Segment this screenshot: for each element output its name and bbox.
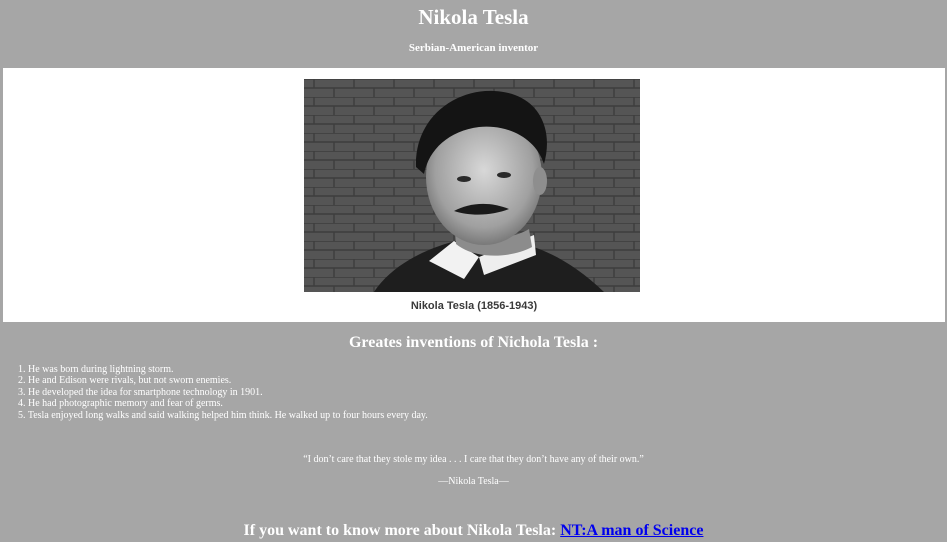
page-subtitle: Serbian-American inventor bbox=[408, 42, 539, 54]
list-item: 5. Tesla enjoyed long walks and said wal… bbox=[18, 409, 428, 421]
list-item: 4. He had photographic memory and fear o… bbox=[18, 398, 223, 410]
more-info-link[interactable]: NT:A man of Science bbox=[560, 522, 703, 539]
more-info-line: If you want to know more about Nikola Te… bbox=[0, 520, 947, 542]
list-item: 3. He developed the idea for smartphone … bbox=[18, 386, 263, 398]
list-item: 2. He and Edison were rivals, but not sw… bbox=[18, 375, 232, 387]
quote-text: “I don’t care that they stole my idea . … bbox=[303, 454, 644, 465]
quote-author: —Nikola Tesla— bbox=[438, 476, 509, 487]
figure-panel: Nikola Tesla (1856-1943) bbox=[3, 68, 945, 322]
inventions-heading: Greates inventions of Nichola Tesla : bbox=[348, 334, 599, 351]
portrait-photo-icon bbox=[304, 79, 640, 292]
facts-list: 1. He was born during lightning storm. 2… bbox=[18, 364, 428, 421]
page-title: Nikola Tesla bbox=[418, 5, 529, 29]
image-caption: Nikola Tesla (1856-1943) bbox=[410, 300, 538, 312]
list-item: 1. He was born during lightning storm. bbox=[18, 364, 174, 375]
more-info-prompt: If you want to know more about Nikola Te… bbox=[243, 522, 561, 539]
